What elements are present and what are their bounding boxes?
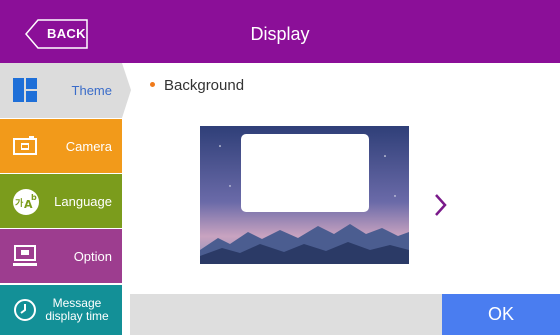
section-label-text: Background xyxy=(164,77,245,94)
header-bar: BACK Display xyxy=(0,0,560,63)
ok-button[interactable]: OK xyxy=(442,294,560,335)
sidebar-item-label: Message display time xyxy=(45,296,109,323)
svg-text:b: b xyxy=(31,193,37,202)
svg-text:가: 가 xyxy=(15,197,24,209)
sidebar-item-message-display-time[interactable]: Message display time xyxy=(0,285,122,335)
sidebar-item-label: Camera xyxy=(65,138,112,154)
bullet-dot xyxy=(150,81,155,87)
camera-icon xyxy=(12,133,38,159)
preview-card xyxy=(241,134,369,212)
sidebar-item-camera[interactable]: Camera xyxy=(0,119,122,173)
chevron-right-icon xyxy=(435,194,447,216)
sidebar-item-language[interactable]: 가 A b Language xyxy=(0,174,122,228)
background-preview[interactable] xyxy=(200,126,409,264)
sidebar-item-label: Language xyxy=(54,193,112,209)
clock-icon xyxy=(12,297,38,323)
sidebar-item-label: Theme xyxy=(71,83,112,98)
sidebar-item-option[interactable]: Option xyxy=(0,229,122,283)
sidebar: Theme Camera 가 A b Language Option Messa… xyxy=(0,63,122,335)
monitor-icon xyxy=(12,243,38,269)
page-title: Display xyxy=(250,24,310,44)
sidebar-item-theme[interactable]: Theme xyxy=(0,63,122,118)
section-label: Background xyxy=(150,77,244,94)
bottom-bar xyxy=(130,294,442,335)
sidebar-item-label: Option xyxy=(73,248,112,264)
selected-pointer xyxy=(122,63,131,118)
language-icon: 가 A b xyxy=(12,188,39,215)
next-button[interactable] xyxy=(430,190,450,220)
theme-grid-icon xyxy=(12,77,38,103)
